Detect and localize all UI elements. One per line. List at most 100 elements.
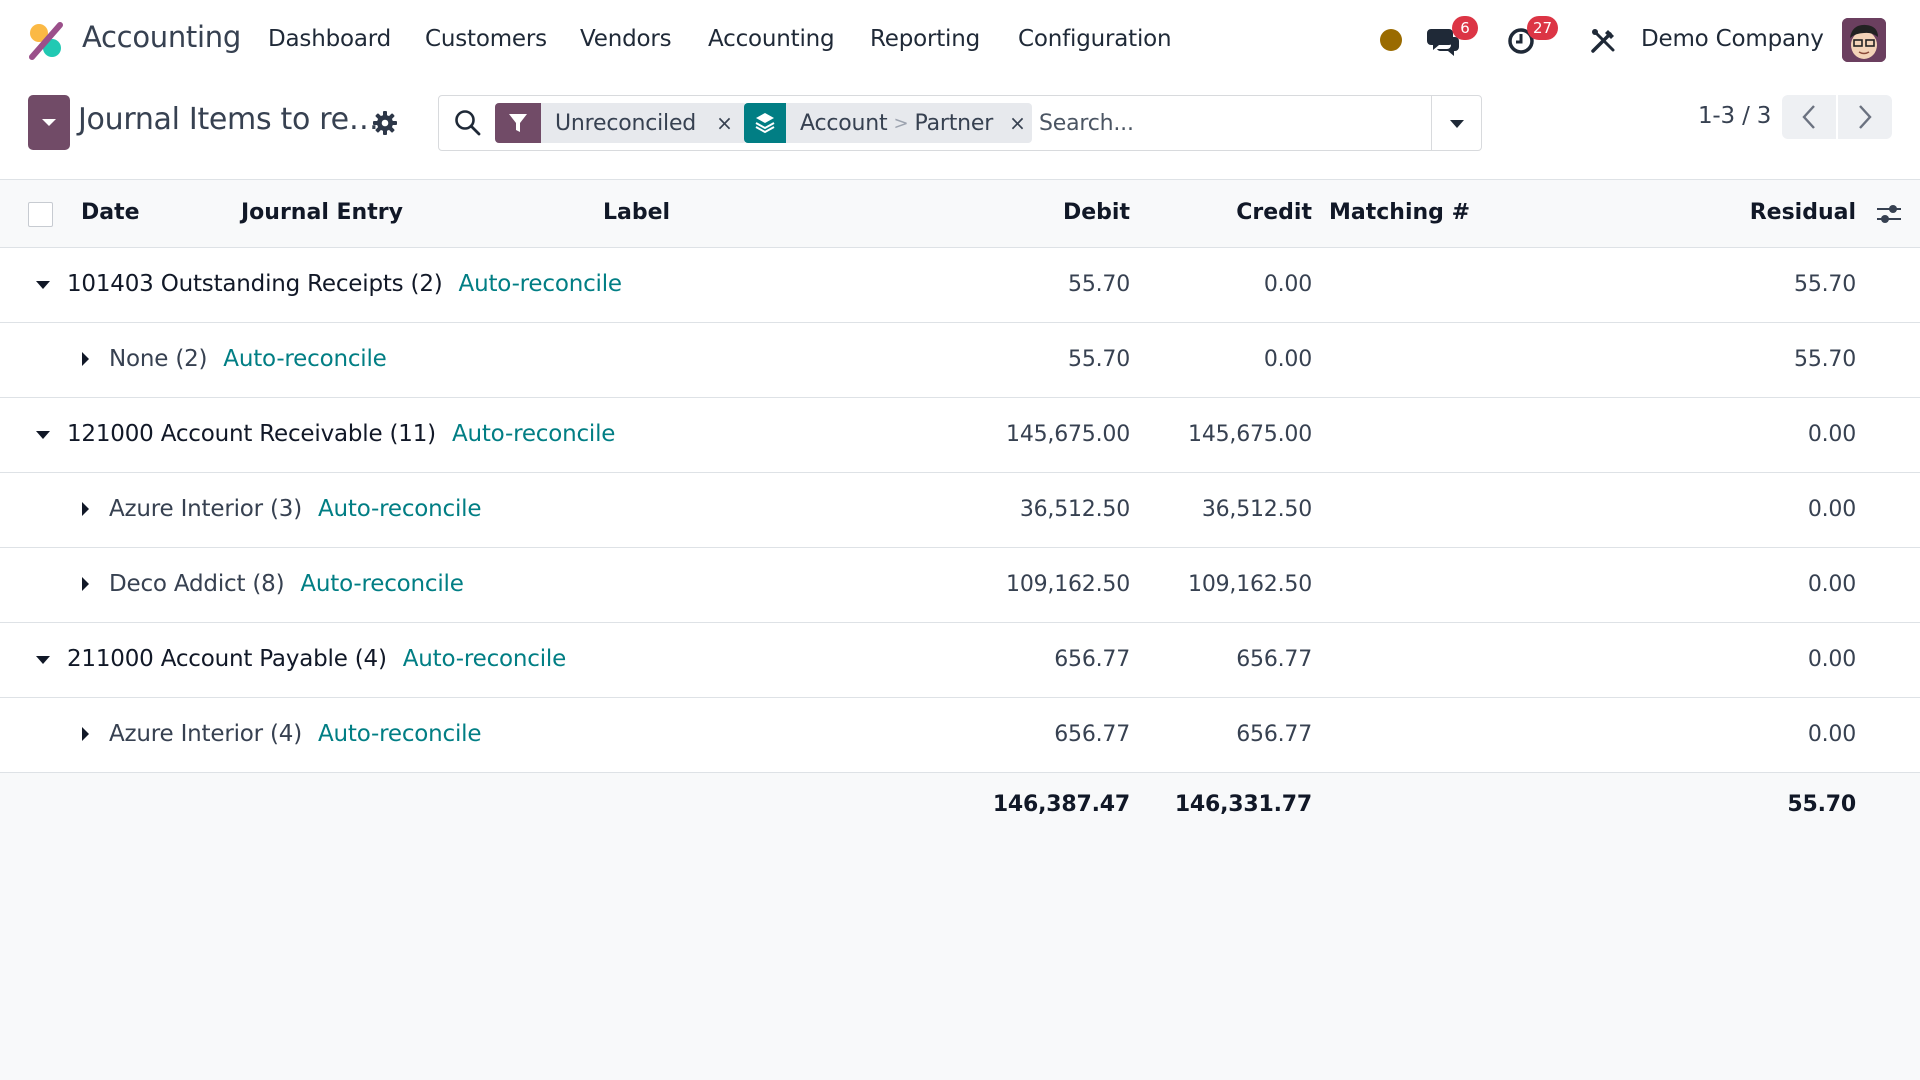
column-residual[interactable]: Residual bbox=[1656, 200, 1856, 225]
messages-count-badge: 6 bbox=[1452, 16, 1478, 40]
debit-value: 145,675.00 bbox=[1006, 422, 1130, 447]
app-name[interactable]: Accounting bbox=[82, 20, 241, 54]
search-facet-filter: Unreconciled × bbox=[495, 103, 747, 143]
debit-value: 109,162.50 bbox=[1006, 572, 1130, 597]
caret-down-icon bbox=[36, 431, 50, 439]
presence-status-icon[interactable] bbox=[1380, 29, 1402, 51]
credit-value: 0.00 bbox=[1263, 272, 1312, 297]
auto-reconcile-button[interactable]: Auto-reconcile bbox=[403, 646, 567, 672]
group-row-account[interactable]: 101403 Outstanding Receipts (2) Auto-reco… bbox=[0, 248, 1920, 323]
residual-value: 0.00 bbox=[1807, 497, 1856, 522]
residual-value: 55.70 bbox=[1794, 347, 1856, 372]
top-navbar: Accounting Dashboard Customers Vendors A… bbox=[0, 0, 1920, 80]
select-all-checkbox[interactable] bbox=[28, 202, 53, 227]
user-avatar-image-icon bbox=[1842, 18, 1886, 62]
remove-filter-facet-button[interactable]: × bbox=[696, 111, 747, 135]
residual-value: 55.70 bbox=[1794, 272, 1856, 297]
group-label: None (2) Auto-reconcile bbox=[109, 346, 387, 372]
debit-value: 656.77 bbox=[1054, 647, 1130, 672]
total-debit: 146,387.47 bbox=[992, 792, 1130, 817]
actions-menu-toggle[interactable] bbox=[28, 95, 70, 150]
column-journal-entry[interactable]: Journal Entry bbox=[241, 200, 403, 225]
facet-separator: > bbox=[893, 112, 909, 134]
residual-value: 0.00 bbox=[1807, 572, 1856, 597]
table-footer-totals: 146,387.47 146,331.77 55.70 bbox=[0, 773, 1920, 841]
column-matching-number[interactable]: Matching # bbox=[1329, 200, 1470, 225]
auto-reconcile-button[interactable]: Auto-reconcile bbox=[459, 271, 623, 297]
remove-groupby-facet-button[interactable]: × bbox=[993, 111, 1032, 135]
caret-right-icon bbox=[82, 577, 89, 591]
group-name: Deco Addict (8) bbox=[109, 571, 285, 597]
debit-value: 36,512.50 bbox=[1019, 497, 1130, 522]
credit-value: 656.77 bbox=[1236, 647, 1312, 672]
credit-value: 145,675.00 bbox=[1188, 422, 1312, 447]
search-input[interactable] bbox=[1039, 104, 1459, 142]
app-logo-icon[interactable] bbox=[26, 21, 66, 61]
journal-items-table: Date Journal Entry Label Debit Credit Ma… bbox=[0, 180, 1920, 841]
filter-icon bbox=[495, 103, 541, 143]
debug-tools-icon[interactable] bbox=[1588, 26, 1618, 56]
group-row-partner[interactable]: Azure Interior (3) Auto-reconcile 36,512.… bbox=[0, 473, 1920, 548]
menu-reporting[interactable]: Reporting bbox=[870, 26, 980, 52]
page-title: Journal Items to re… bbox=[78, 102, 379, 137]
caret-right-icon bbox=[82, 502, 89, 516]
menu-configuration[interactable]: Configuration bbox=[1018, 26, 1172, 52]
search-icon[interactable] bbox=[453, 108, 483, 138]
credit-value: 656.77 bbox=[1236, 722, 1312, 747]
menu-customers[interactable]: Customers bbox=[425, 26, 547, 52]
facet-value-unreconciled: Unreconciled bbox=[555, 110, 697, 136]
auto-reconcile-button[interactable]: Auto-reconcile bbox=[318, 496, 482, 522]
auto-reconcile-button[interactable]: Auto-reconcile bbox=[300, 571, 464, 597]
debit-value: 656.77 bbox=[1054, 722, 1130, 747]
auto-reconcile-button[interactable]: Auto-reconcile bbox=[452, 421, 616, 447]
residual-value: 0.00 bbox=[1807, 422, 1856, 447]
facet-value-partner: Partner bbox=[914, 110, 994, 136]
auto-reconcile-button[interactable]: Auto-reconcile bbox=[318, 721, 482, 747]
control-panel: Journal Items to re… Unreconciled × Acco… bbox=[0, 80, 1920, 180]
group-row-partner[interactable]: Azure Interior (4) Auto-reconcile 656.77 … bbox=[0, 698, 1920, 773]
credit-value: 0.00 bbox=[1263, 347, 1312, 372]
column-label[interactable]: Label bbox=[603, 200, 670, 225]
menu-vendors[interactable]: Vendors bbox=[580, 26, 672, 52]
group-row-partner[interactable]: None (2) Auto-reconcile 55.70 0.00 55.70 bbox=[0, 323, 1920, 398]
pager-value[interactable]: 1-3 / 3 bbox=[1698, 103, 1771, 129]
group-name: Azure Interior (4) bbox=[109, 721, 302, 747]
optional-columns-toggle-icon[interactable] bbox=[1876, 202, 1902, 226]
activities-count-badge: 27 bbox=[1527, 16, 1559, 40]
caret-down-icon bbox=[36, 656, 50, 664]
group-label: Azure Interior (4) Auto-reconcile bbox=[109, 721, 482, 747]
pager-previous-button[interactable] bbox=[1782, 95, 1836, 139]
group-name: 101403 Outstanding Receipts (2) bbox=[67, 271, 443, 297]
total-residual: 55.70 bbox=[1787, 792, 1856, 817]
column-date[interactable]: Date bbox=[81, 200, 140, 225]
group-row-account[interactable]: 121000 Account Receivable (11) Auto-recon… bbox=[0, 398, 1920, 473]
column-debit[interactable]: Debit bbox=[930, 200, 1130, 225]
credit-value: 36,512.50 bbox=[1201, 497, 1312, 522]
search-bar: Unreconciled × Account > Partner × bbox=[438, 95, 1482, 151]
group-name: 211000 Account Payable (4) bbox=[67, 646, 387, 672]
user-avatar[interactable] bbox=[1842, 18, 1886, 62]
facet-value-account: Account bbox=[800, 110, 888, 136]
debit-value: 55.70 bbox=[1068, 272, 1130, 297]
gear-icon[interactable] bbox=[372, 110, 398, 136]
total-credit: 146,331.77 bbox=[1174, 792, 1312, 817]
company-switcher[interactable]: Demo Company bbox=[1641, 26, 1824, 52]
auto-reconcile-button[interactable]: Auto-reconcile bbox=[223, 346, 387, 372]
residual-value: 0.00 bbox=[1807, 722, 1856, 747]
menu-dashboard[interactable]: Dashboard bbox=[268, 26, 391, 52]
menu-accounting[interactable]: Accounting bbox=[708, 26, 835, 52]
pager-next-button[interactable] bbox=[1838, 95, 1892, 139]
group-row-partner[interactable]: Deco Addict (8) Auto-reconcile 109,162.50… bbox=[0, 548, 1920, 623]
layers-icon bbox=[744, 103, 786, 143]
column-credit[interactable]: Credit bbox=[1112, 200, 1312, 225]
debit-value: 55.70 bbox=[1068, 347, 1130, 372]
search-options-toggle[interactable] bbox=[1431, 96, 1481, 150]
caret-right-icon bbox=[82, 727, 89, 741]
caret-down-icon bbox=[36, 281, 50, 289]
search-facet-groupby: Account > Partner × bbox=[744, 103, 1032, 143]
group-row-account[interactable]: 211000 Account Payable (4) Auto-reconcile… bbox=[0, 623, 1920, 698]
group-label: 101403 Outstanding Receipts (2) Auto-reco… bbox=[67, 271, 622, 297]
group-label: 211000 Account Payable (4) Auto-reconcile bbox=[67, 646, 566, 672]
residual-value: 0.00 bbox=[1807, 647, 1856, 672]
table-header: Date Journal Entry Label Debit Credit Ma… bbox=[0, 180, 1920, 248]
